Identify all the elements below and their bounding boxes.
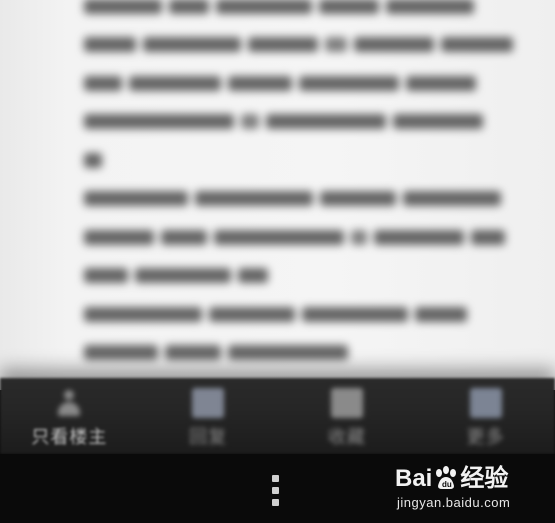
- article-content: [0, 0, 555, 390]
- reply-label: 回复: [189, 427, 228, 448]
- bottom-action-bar: 只看楼主 回复 收藏 更多: [0, 378, 555, 454]
- bookmark-button[interactable]: 收藏: [278, 378, 417, 454]
- system-nav-bar: Bai du 经验 jingyan.baidu.com: [0, 454, 555, 523]
- bookmark-icon: [330, 388, 363, 418]
- reply-button[interactable]: 回复: [139, 378, 278, 454]
- app-screen: 只看楼主 回复 收藏 更多 Bai du 经验 jingyan.baidu.co…: [0, 0, 555, 523]
- only-op-label: 只看楼主: [31, 427, 108, 448]
- paw-icon: du: [436, 466, 457, 489]
- article-text-blurred: [84, 0, 544, 371]
- reply-icon: [192, 388, 225, 418]
- more-icon: [469, 388, 502, 418]
- more-button[interactable]: 更多: [416, 378, 555, 454]
- more-label: 更多: [466, 427, 505, 448]
- watermark-url: jingyan.baidu.com: [397, 495, 511, 510]
- baidu-jingyan-watermark: Bai du 经验 jingyan.baidu.com: [395, 463, 535, 515]
- overflow-menu-icon[interactable]: [264, 472, 288, 510]
- bookmark-label: 收藏: [327, 427, 366, 448]
- svg-text:du: du: [442, 480, 452, 489]
- only-op-button[interactable]: 只看楼主: [0, 378, 139, 454]
- baidu-logo: Bai du 经验: [395, 465, 509, 492]
- person-icon: [53, 388, 85, 418]
